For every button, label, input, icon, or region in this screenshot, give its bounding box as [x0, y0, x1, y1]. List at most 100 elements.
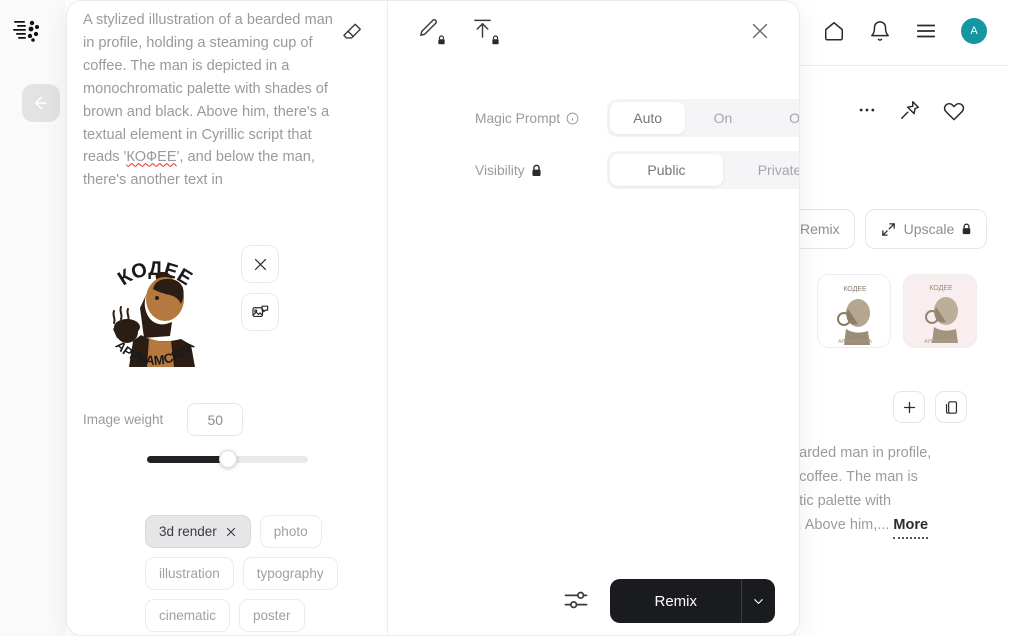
option-label: Public	[647, 162, 686, 178]
panel-upscale-label: Upscale	[903, 221, 955, 237]
modal-settings: Magic Prompt Auto On Off	[475, 99, 800, 203]
visibility-row: Visibility Public Private	[475, 151, 800, 189]
chip-label: photo	[273, 524, 308, 539]
option-label: Off	[789, 110, 800, 126]
pin-icon[interactable]	[899, 99, 921, 121]
remix-button-group: Remix	[610, 579, 775, 623]
brain-logo[interactable]	[12, 14, 44, 46]
remix-button[interactable]: Remix	[610, 579, 741, 623]
avatar[interactable]: A	[961, 18, 987, 44]
image-weight-input[interactable]	[187, 403, 244, 436]
arrow-left-icon	[35, 97, 47, 109]
thumb1-bottom-text: АРРБАМСКВА	[838, 339, 872, 345]
panel-thumbnails: КОДЕЕ АРРБАМСКВА КОДЕЕ АРРБАМСКВА	[817, 274, 977, 348]
upscale-icon	[881, 222, 895, 236]
hamburger-menu-icon[interactable]	[915, 20, 937, 42]
prompt-misspelled-word: КОФЕЕ	[126, 149, 177, 166]
prompt-text-before: A stylized illustration of a bearded man…	[83, 12, 333, 166]
right-detail-panel: Remix Upscale КОДЕЕ АРРБАМСКВА КОДЕЕ АРР…	[783, 66, 1009, 636]
magic-prompt-option-auto[interactable]: Auto	[610, 102, 686, 134]
thumbnail-artwork: КОДЕЕ АРРБАМСКВА	[837, 286, 873, 345]
panel-action-icons	[857, 99, 965, 121]
thumb1-top-text: КОДЕЕ	[843, 286, 867, 293]
reference-image-actions	[241, 245, 279, 331]
remove-reference-image-button[interactable]	[241, 245, 279, 283]
option-label: Private	[757, 162, 800, 178]
panel-remix-label: Remix	[800, 221, 840, 237]
panel-upscale-button[interactable]: Upscale	[864, 209, 988, 249]
style-chip-list: 3d render photo illustration typography …	[145, 515, 385, 635]
style-chip-typography[interactable]: typography	[242, 557, 338, 590]
visibility-option-public[interactable]: Public	[610, 154, 723, 186]
reference-artwork: КОДЕЕ АРРБАМСКВА	[112, 258, 198, 368]
style-chip-cinematic[interactable]: cinematic	[145, 599, 231, 632]
magic-prompt-row: Magic Prompt Auto On Off	[475, 99, 800, 137]
panel-add-button[interactable]	[893, 391, 925, 423]
modal-left-pane: A stylized illustration of a bearded man…	[67, 1, 388, 635]
copy-icon	[945, 400, 957, 414]
close-icon[interactable]	[225, 526, 237, 538]
style-chip-3d-render[interactable]: 3d render	[145, 515, 251, 548]
heart-icon[interactable]	[943, 99, 965, 121]
reference-image[interactable]: КОДЕЕ АРРБАМСКВА	[83, 239, 227, 381]
magic-prompt-option-on[interactable]: On	[685, 102, 760, 134]
visibility-option-private[interactable]: Private	[723, 154, 800, 186]
panel-thumbnail-1[interactable]: КОДЕЕ АРРБАМСКВА	[817, 274, 891, 348]
excerpt-line-3: natic palette with	[783, 493, 892, 509]
panel-small-buttons	[893, 391, 967, 423]
style-chip-photo[interactable]: photo	[259, 515, 322, 548]
chip-label: illustration	[159, 566, 220, 581]
lock-icon	[962, 223, 971, 235]
eraser-icon	[343, 23, 361, 39]
avatar-initial: A	[970, 25, 978, 37]
chip-label: poster	[253, 608, 291, 623]
panel-primary-buttons: Remix Upscale	[785, 209, 988, 249]
visibility-segmented-control: Public Private	[607, 151, 800, 189]
top-bar-icons: A	[823, 18, 987, 44]
panel-prompt-excerpt: bearded man in profile, of coffee. The m…	[783, 441, 999, 539]
remix-dropdown-button[interactable]	[741, 579, 775, 623]
describe-image-button[interactable]	[241, 293, 279, 331]
option-label: Auto	[633, 110, 663, 126]
clear-prompt-button[interactable]	[339, 19, 365, 45]
close-modal-button[interactable]	[747, 18, 773, 44]
lock-icon	[492, 35, 499, 45]
upload-locked-button[interactable]	[471, 17, 499, 45]
edit-locked-button[interactable]	[417, 17, 445, 45]
chip-label: 3d render	[159, 524, 217, 539]
slider-thumb[interactable]	[219, 450, 237, 468]
sliders-icon	[565, 591, 588, 609]
remix-modal: A stylized illustration of a bearded man…	[66, 0, 800, 636]
close-icon	[254, 258, 266, 270]
image-weight-slider[interactable]	[147, 450, 308, 468]
chip-label: typography	[256, 566, 324, 581]
modal-header-tools	[417, 17, 499, 45]
info-icon[interactable]	[566, 112, 579, 125]
chip-label: cinematic	[159, 608, 217, 623]
panel-copy-button[interactable]	[935, 391, 967, 423]
slider-fill	[147, 456, 228, 463]
back-button[interactable]	[22, 84, 60, 122]
image-weight-label: Image weight	[83, 412, 164, 427]
home-icon[interactable]	[823, 20, 845, 42]
thumb2-bottom-text: АРРБАМСКВА	[924, 339, 958, 345]
prompt-input[interactable]: A stylized illustration of a bearded man…	[83, 9, 333, 209]
style-chip-poster[interactable]: poster	[239, 599, 305, 632]
image-weight-row: Image weight	[83, 403, 244, 436]
reference-image-block: КОДЕЕ АРРБАМСКВА	[83, 239, 279, 381]
ellipsis-icon[interactable]	[857, 100, 877, 120]
panel-thumbnail-2[interactable]: КОДЕЕ АРРБАМСКВА	[903, 274, 977, 348]
thumb2-top-text: КОДЕЕ	[929, 285, 953, 292]
magic-prompt-segmented-control: Auto On Off	[607, 99, 800, 137]
more-link[interactable]: More	[893, 513, 929, 539]
magic-prompt-option-off[interactable]: Off	[761, 102, 800, 134]
excerpt-line-2: of coffee. The man is	[783, 469, 918, 485]
magic-prompt-label: Magic Prompt	[475, 110, 561, 126]
style-chip-illustration[interactable]: illustration	[145, 557, 234, 590]
modal-footer: Remix	[562, 579, 775, 623]
bell-icon[interactable]	[869, 20, 891, 42]
magic-prompt-label-group: Magic Prompt	[475, 111, 607, 126]
excerpt-line-1: bearded man in profile,	[783, 445, 932, 461]
image-describe-icon	[251, 305, 268, 317]
advanced-settings-button[interactable]	[562, 586, 592, 616]
